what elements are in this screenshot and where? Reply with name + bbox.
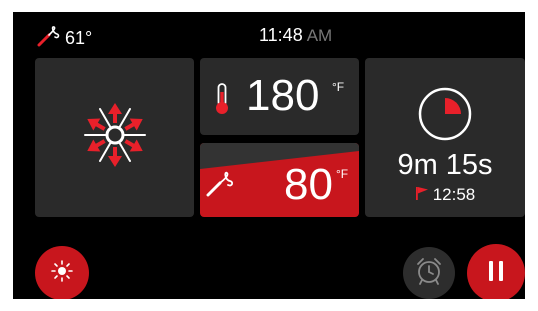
oven-temp-unit: °F <box>332 80 345 94</box>
timer-done-time-value: 12:58 <box>432 185 476 204</box>
light-icon <box>50 259 74 288</box>
timer-progress-wedge <box>445 98 461 114</box>
status-bar: 61° 11:48 AM <box>13 12 525 56</box>
oven-temp-value: 180 <box>246 71 320 120</box>
status-probe-temp-value: 61° <box>65 28 93 48</box>
pause-icon <box>486 260 506 287</box>
pause-button[interactable] <box>467 244 525 299</box>
probe-temp-tile[interactable]: 80 °F <box>200 143 359 217</box>
cook-mode-tile[interactable] <box>35 58 194 217</box>
clock-time: 11:48 <box>259 25 303 45</box>
light-button[interactable] <box>35 246 89 299</box>
convection-fan-icon <box>79 99 151 176</box>
thermometer-icon <box>212 82 232 121</box>
alarm-clock-icon <box>414 256 444 291</box>
probe-icon <box>206 171 236 202</box>
status-probe-temp: 61° <box>37 25 92 52</box>
flag-icon <box>415 185 429 205</box>
alarm-button[interactable] <box>403 247 455 299</box>
clock: 11:48 AM <box>259 25 332 46</box>
timer-tile[interactable]: 9m 15s 12:58 <box>365 58 525 217</box>
clock-ampm: AM <box>306 26 333 45</box>
timer-done-time: 12:58 <box>365 185 525 205</box>
oven-temp-tile[interactable]: 180 °F <box>200 58 359 135</box>
timer-remaining: 9m 15s <box>397 149 493 181</box>
probe-temp-value: 80 <box>284 160 333 209</box>
probe-temp-unit: °F <box>336 167 349 181</box>
probe-icon <box>37 25 61 52</box>
oven-screen: 61° 11:48 AM 180 °F 80 °F 9m 15s 12:58 <box>13 12 525 299</box>
timer-dial <box>418 87 472 141</box>
